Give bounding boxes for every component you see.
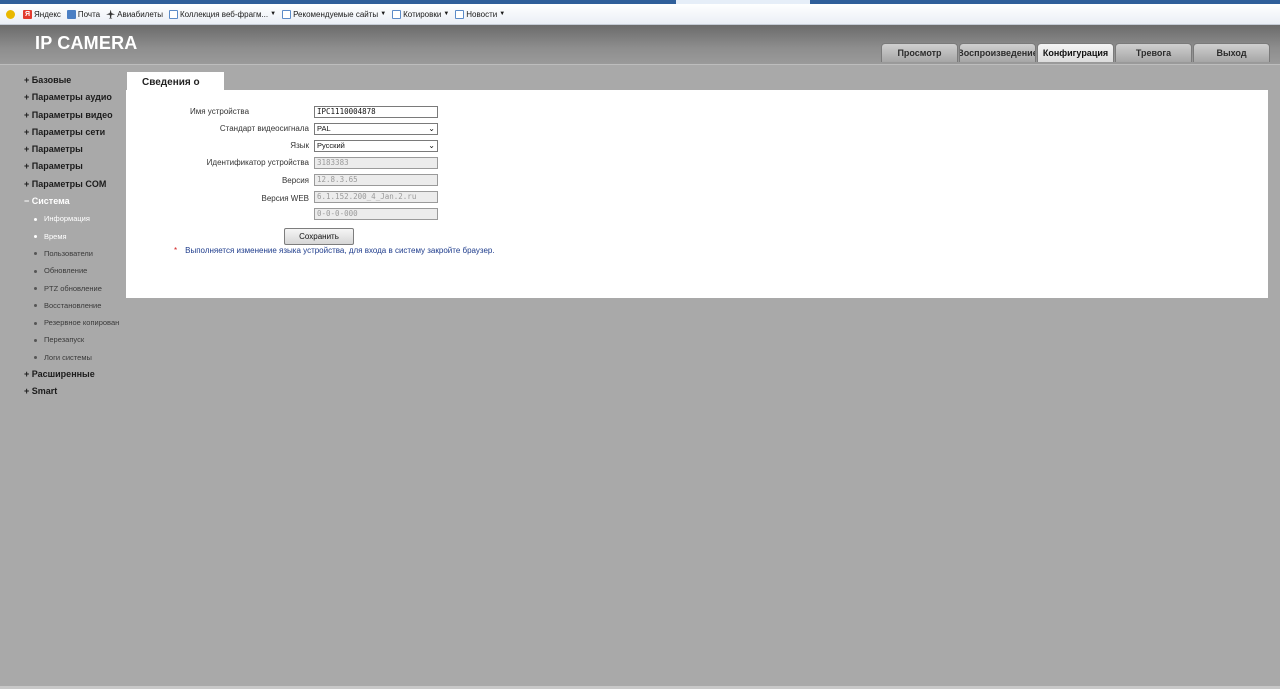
dropdown-arrow-icon: ▼	[499, 11, 506, 17]
fav-label: Коллекция веб-фрагм...	[179, 9, 269, 19]
required-asterisk: *	[174, 246, 178, 255]
fav-quotes[interactable]: Котировки ▼	[392, 9, 450, 19]
video-standard-select[interactable]: PAL ⌄	[314, 123, 438, 135]
fav-yandex[interactable]: Я Яндекс	[23, 9, 61, 19]
fav-avia[interactable]: Авиабилеты	[106, 9, 163, 19]
sidebar-item-label: Резервное копирован	[44, 318, 120, 328]
sidebar-item-reboot[interactable]: Перезапуск	[24, 331, 128, 348]
sidebar-item-info[interactable]: Информация	[24, 210, 128, 227]
device-id-label: Идентификатор устройства	[206, 158, 309, 167]
page-icon	[168, 9, 178, 19]
device-id-field: 3183383	[314, 157, 438, 169]
language-select[interactable]: Русский ⌄	[314, 140, 438, 152]
fav-recommended[interactable]: Рекомендуемые сайты ▼	[282, 9, 387, 19]
page-icon	[282, 9, 292, 19]
bullet-icon	[34, 321, 37, 325]
sidebar-group-system[interactable]: − Система	[24, 193, 128, 210]
fav-label: Авиабилеты	[117, 9, 163, 19]
sidebar-group-advanced[interactable]: + Расширенные	[24, 366, 128, 383]
extra-version-field: 0-0-0-000	[314, 208, 438, 220]
mail-icon	[66, 9, 76, 19]
sidebar-group-network[interactable]: + Параметры сети	[24, 124, 128, 141]
note-text: Выполняется изменение языка устройства, …	[185, 246, 495, 255]
sidebar-item-system-logs[interactable]: Логи системы	[24, 349, 128, 366]
fav-mail[interactable]: Почта	[66, 9, 101, 19]
favorites-bar: Я Яндекс Почта Авиабилеты Коллекция веб-ф…	[0, 4, 1280, 25]
fav-collection[interactable]: Коллекция веб-фрагм... ▼	[168, 9, 277, 19]
sidebar-group-com[interactable]: + Параметры COM	[24, 176, 128, 193]
sidebar-item-restore[interactable]: Восстановление	[24, 297, 128, 314]
sidebar-item-backup[interactable]: Резервное копирован	[24, 314, 128, 331]
sidebar-group-params-1[interactable]: + Параметры	[24, 141, 128, 158]
version-label: Версия	[281, 176, 309, 185]
content-tab-about[interactable]: Сведения о	[127, 72, 224, 92]
device-name-label: Имя устройства	[190, 107, 250, 116]
chevron-down-icon: ⌄	[428, 141, 435, 150]
dropdown-arrow-icon: ▼	[443, 11, 450, 17]
bullet-icon	[34, 304, 37, 308]
sidebar-group-audio[interactable]: + Параметры аудио	[24, 89, 128, 106]
language-value: Русский	[317, 141, 345, 150]
fav-label: Новости	[466, 9, 498, 19]
yandex-icon: Я	[23, 9, 32, 19]
version-field: 12.8.3.65	[314, 174, 438, 186]
bullet-icon	[34, 338, 37, 342]
fav-label: Яндекс	[34, 9, 61, 19]
bullet-icon	[34, 217, 37, 221]
fav-label: Почта	[77, 9, 101, 19]
bullet-icon	[34, 235, 37, 239]
sidebar-item-time[interactable]: Время	[24, 228, 128, 245]
app-header: IP CAMERA Просмотр Воспроизведение Конфи…	[0, 25, 1280, 65]
language-change-note: * Выполняется изменение языка устройства,…	[174, 246, 495, 255]
tab-preview[interactable]: Просмотр	[881, 43, 958, 62]
chevron-down-icon: ⌄	[428, 124, 435, 133]
web-version-label: Версия WEB	[261, 194, 309, 203]
sidebar-item-users[interactable]: Пользователи	[24, 245, 128, 262]
video-standard-label: Стандарт видеосигнала	[219, 124, 309, 133]
bullet-icon	[34, 252, 37, 256]
logo: IP CAMERA	[35, 33, 138, 53]
sidebar-group-basic[interactable]: + Базовые	[24, 72, 128, 89]
favorites-star-icon[interactable]	[6, 9, 17, 19]
bullet-icon	[34, 287, 37, 291]
sidebar-item-ptz-update[interactable]: PTZ обновление	[24, 280, 128, 297]
sidebar: + Базовые + Параметры аудио + Параметры …	[24, 72, 128, 401]
web-version-field: 6.1.152.200_4_Jan.2.ru	[314, 191, 438, 203]
sidebar-group-params-2[interactable]: + Параметры	[24, 158, 128, 175]
device-name-input[interactable]: IPC1110004878	[314, 106, 438, 118]
sidebar-item-label: Логи системы	[44, 352, 92, 362]
dropdown-arrow-icon: ▼	[270, 11, 277, 17]
bullet-icon	[34, 356, 37, 360]
dropdown-arrow-icon: ▼	[380, 11, 387, 17]
plane-icon	[106, 9, 116, 19]
sidebar-item-update[interactable]: Обновление	[24, 262, 128, 279]
bullet-icon	[34, 269, 37, 273]
sidebar-item-label: Время	[44, 231, 67, 241]
fav-label: Рекомендуемые сайты	[293, 9, 379, 19]
tab-configuration[interactable]: Конфигурация	[1037, 43, 1114, 62]
sidebar-item-label: Восстановление	[44, 300, 102, 310]
sidebar-item-label: PTZ обновление	[44, 283, 102, 293]
sidebar-group-video[interactable]: + Параметры видео	[24, 107, 128, 124]
tab-alarm[interactable]: Тревога	[1115, 43, 1192, 62]
tab-logout[interactable]: Выход	[1193, 43, 1270, 62]
sidebar-item-label: Обновление	[44, 266, 88, 276]
sidebar-item-label: Перезапуск	[44, 335, 85, 345]
sidebar-group-smart[interactable]: + Smart	[24, 383, 128, 400]
fav-label: Котировки	[403, 9, 442, 19]
tab-playback[interactable]: Воспроизведение	[959, 43, 1036, 62]
language-label: Язык	[290, 141, 309, 150]
sidebar-item-label: Пользователи	[44, 248, 93, 258]
video-standard-value: PAL	[317, 124, 331, 133]
page-icon	[392, 9, 402, 19]
save-button[interactable]: Сохранить	[284, 228, 354, 245]
page-icon	[455, 9, 465, 19]
sidebar-item-label: Информация	[44, 214, 90, 224]
fav-news[interactable]: Новости ▼	[455, 9, 506, 19]
